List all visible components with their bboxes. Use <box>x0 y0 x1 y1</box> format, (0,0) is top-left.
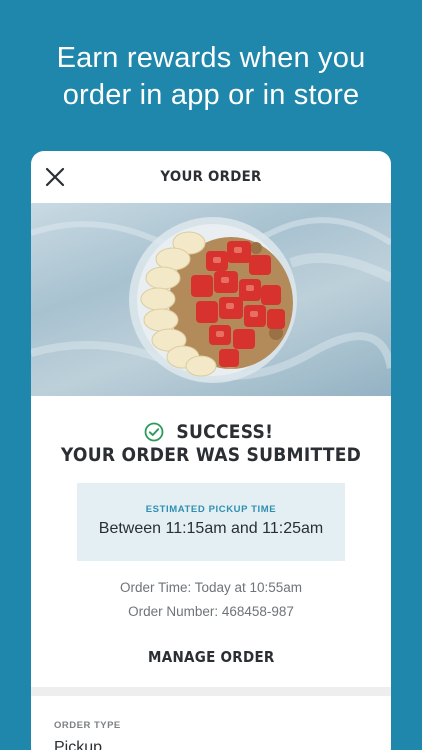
promo-headline: Earn rewards when you order in app or in… <box>0 40 422 114</box>
success-title: SUCCESS! <box>176 421 273 443</box>
order-card: YOUR ORDER SUCCESS! YOUR ORDER WAS SUBMI… <box>31 151 391 750</box>
section-divider <box>31 687 391 696</box>
close-button[interactable] <box>43 165 67 189</box>
pickup-time-label: ESTIMATED PICKUP TIME <box>145 504 277 515</box>
promo-headline-line-1: Earn rewards when you <box>56 42 366 74</box>
order-type-label: ORDER TYPE <box>54 720 121 731</box>
bowl-illustration <box>31 217 391 383</box>
success-heading: SUCCESS! <box>31 421 391 443</box>
close-icon <box>45 167 65 187</box>
acai-bowl-image <box>31 203 391 396</box>
order-number: Order Number: 468458-987 <box>128 604 294 619</box>
pickup-time-box: ESTIMATED PICKUP TIME Between 11:15am an… <box>77 483 345 561</box>
card-title: YOUR ORDER <box>160 169 262 185</box>
card-header: YOUR ORDER <box>31 151 391 203</box>
order-time: Order Time: Today at 10:55am <box>119 580 303 595</box>
order-submitted-text: YOUR ORDER WAS SUBMITTED <box>60 444 362 466</box>
order-type-value: Pickup <box>54 739 103 750</box>
manage-order-button[interactable]: MANAGE ORDER <box>148 648 275 666</box>
promo-headline-line-2: order in app or in store <box>62 79 360 111</box>
check-circle-icon <box>144 422 164 442</box>
pickup-time-value: Between 11:15am and 11:25am <box>98 520 324 537</box>
order-meta: Order Time: Today at 10:55am Order Numbe… <box>31 576 391 624</box>
